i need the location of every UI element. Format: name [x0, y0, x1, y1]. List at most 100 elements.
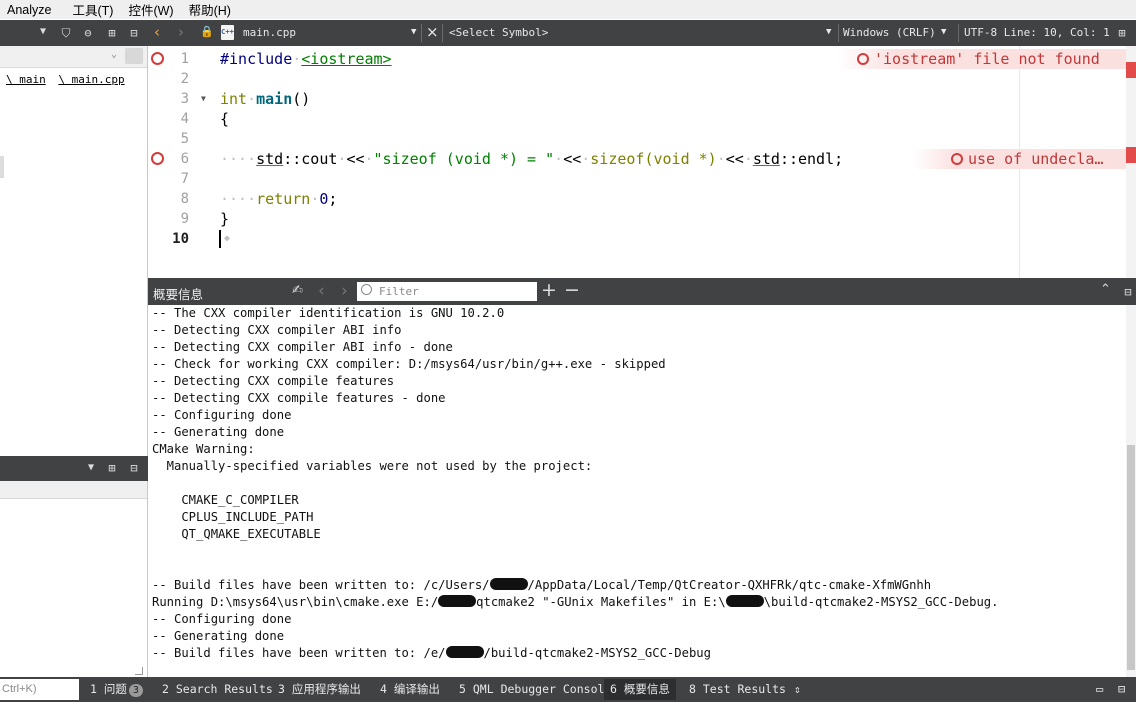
selection-strip [0, 156, 4, 178]
separator [442, 24, 443, 42]
line-number: 7 [180, 171, 189, 187]
chevron-down-icon[interactable]: ⌄ [111, 49, 117, 60]
sidebar-toolbar-2: ▼ ⊞ ⊟ [0, 456, 148, 481]
error-icon [951, 153, 963, 165]
code-line-3: int·main() [220, 90, 311, 108]
document-select[interactable]: main.cpp [243, 26, 296, 39]
back-arrow-icon[interactable]: ‹ [154, 23, 160, 41]
wrap-text-icon[interactable]: ✍ [292, 283, 303, 298]
output-line: -- The CXX compiler identification is GN… [152, 306, 505, 320]
close-pane-icon[interactable]: ⊟ [126, 460, 142, 476]
error-scroll-mark[interactable] [1126, 62, 1136, 78]
forward-arrow-icon[interactable]: › [178, 23, 184, 41]
documents-subbar [0, 481, 147, 499]
output-line: -- Generating done [152, 425, 285, 439]
menu-help[interactable]: 帮助(H) [182, 0, 239, 19]
close-pane-icon[interactable]: ⊟ [126, 25, 142, 41]
output-line: -- Configuring done [152, 408, 292, 422]
output-line: -- Build files have been written to: /e/… [152, 646, 711, 660]
symbol-select[interactable]: <Select Symbol> [449, 26, 548, 39]
sync-button[interactable] [125, 48, 143, 64]
output-pane-toolbar: 概要信息 ✍ ‹ › Filter + − ⌃ ⊟ [148, 278, 1136, 305]
chevron-down-icon[interactable]: ▼ [826, 27, 831, 37]
error-scroll-mark[interactable] [1126, 147, 1136, 163]
line-number: 9 [180, 211, 189, 227]
output-text[interactable]: -- The CXX compiler identification is GN… [148, 305, 1126, 677]
diagnostic-message[interactable]: 'iostream' file not found [857, 49, 1100, 69]
locator-input[interactable]: Ctrl+K) [0, 679, 79, 700]
breadcrumb-main[interactable]: \ main [6, 73, 46, 86]
output-scroll-thumb[interactable] [1127, 445, 1135, 670]
line-number-gutter[interactable]: 1 2 3 ▼ 4 5 6 7 8 9 10 [148, 46, 215, 278]
tab-search-results[interactable]: 2 Search Results [156, 679, 279, 700]
redaction-mark [438, 595, 477, 607]
maximize-icon[interactable]: ⌃ [1100, 282, 1111, 297]
output-line: -- Configuring done [152, 612, 292, 626]
project-tree-pane: ⌄ \ main \ main.cpp [0, 46, 148, 456]
code-line-9: } [220, 210, 230, 228]
tab-application-output[interactable]: 3 应用程序输出 [272, 679, 367, 700]
code-editor[interactable]: 1 2 3 ▼ 4 5 6 7 8 9 10 #include·<iostrea… [148, 46, 1136, 278]
status-bar: Ctrl+K) 1 问题 3 2 Search Results 3 应用程序输出 … [0, 677, 1136, 702]
output-scrollbar[interactable] [1126, 305, 1136, 677]
split-icon[interactable]: ⊞ [1114, 25, 1130, 41]
output-line: CMAKE_C_COMPILER [152, 493, 299, 507]
encoding-position-label[interactable]: UTF-8 Line: 10, Col: 1 [964, 26, 1110, 39]
eol-marker-icon: ◆ [224, 233, 231, 244]
close-pane-icon[interactable]: ⊟ [1120, 284, 1136, 300]
cpp-file-icon: C++ [221, 25, 234, 40]
link-icon[interactable]: ⊖ [80, 25, 96, 41]
output-line: -- Detecting CXX compile features - done [152, 391, 446, 405]
tab-compile-output[interactable]: 4 编译输出 [374, 679, 446, 700]
code-line-8: ····return·0; [220, 190, 338, 208]
tab-issues[interactable]: 1 问题 3 [84, 679, 149, 700]
filter-icon[interactable]: ⛉ [58, 25, 74, 41]
resize-grip-icon[interactable] [135, 667, 143, 675]
fold-arrow-icon[interactable]: ▼ [201, 94, 206, 103]
zoom-out-icon[interactable]: − [564, 279, 580, 301]
split-icon[interactable]: ⊞ [104, 460, 120, 476]
toggle-progress-icon[interactable]: ⊟ [1112, 679, 1131, 700]
prev-icon[interactable]: ‹ [318, 281, 325, 301]
line-number: 1 [180, 51, 189, 67]
close-document-icon[interactable]: × [426, 23, 439, 41]
toggle-output-icon[interactable]: ▭ [1090, 679, 1109, 700]
output-pane-title: 概要信息 [153, 288, 204, 302]
chevron-down-icon[interactable]: ▼ [411, 27, 416, 37]
editor-scrollbar[interactable] [1126, 46, 1136, 278]
sidebar-toolbar: ▼ ⛉ ⊖ ⊞ ⊟ [0, 20, 148, 46]
menu-bar: Analyze 工具(T) 控件(W) 帮助(H) [0, 0, 1136, 19]
split-icon[interactable]: ⊞ [104, 25, 120, 41]
next-icon[interactable]: › [341, 281, 348, 301]
output-line: Running D:\msys64\usr\bin\cmake.exe E:/q… [152, 595, 999, 609]
more-panes-icon[interactable]: ⇕ [788, 679, 807, 700]
chevron-down-icon[interactable]: ▼ [40, 26, 46, 37]
chevron-down-icon[interactable]: ▼ [88, 462, 94, 473]
output-line: CPLUS_INCLUDE_PATH [152, 510, 314, 524]
line-number-current: 10 [172, 231, 189, 247]
line-number: 5 [180, 131, 189, 147]
text-cursor [219, 230, 221, 248]
project-subbar: ⌄ [0, 46, 147, 68]
breadcrumb-main-cpp[interactable]: \ main.cpp [58, 73, 124, 86]
tab-general-messages[interactable]: 6 概要信息 [604, 679, 676, 700]
output-line: CMake Warning: [152, 442, 255, 456]
line-number: 3 [180, 91, 189, 107]
output-line: -- Build files have been written to: /c/… [152, 578, 932, 592]
redaction-mark [489, 578, 528, 590]
separator [838, 24, 839, 42]
diagnostic-message[interactable]: use of undecla… [951, 149, 1103, 169]
tab-qml-debugger[interactable]: 5 QML Debugger Console [453, 679, 617, 700]
filter-input[interactable]: Filter [357, 282, 537, 301]
menu-tools[interactable]: 工具(T) [65, 0, 121, 19]
menu-analyze[interactable]: Analyze [0, 3, 59, 17]
menu-widgets[interactable]: 控件(W) [121, 0, 181, 19]
output-line: -- Detecting CXX compile features [152, 374, 395, 388]
tab-test-results[interactable]: 8 Test Results [683, 679, 792, 700]
zoom-in-icon[interactable]: + [541, 279, 557, 301]
line-ending-select[interactable]: Windows (CRLF) [843, 26, 936, 39]
line-number: 8 [180, 191, 189, 207]
chevron-down-icon[interactable]: ▼ [941, 27, 946, 37]
